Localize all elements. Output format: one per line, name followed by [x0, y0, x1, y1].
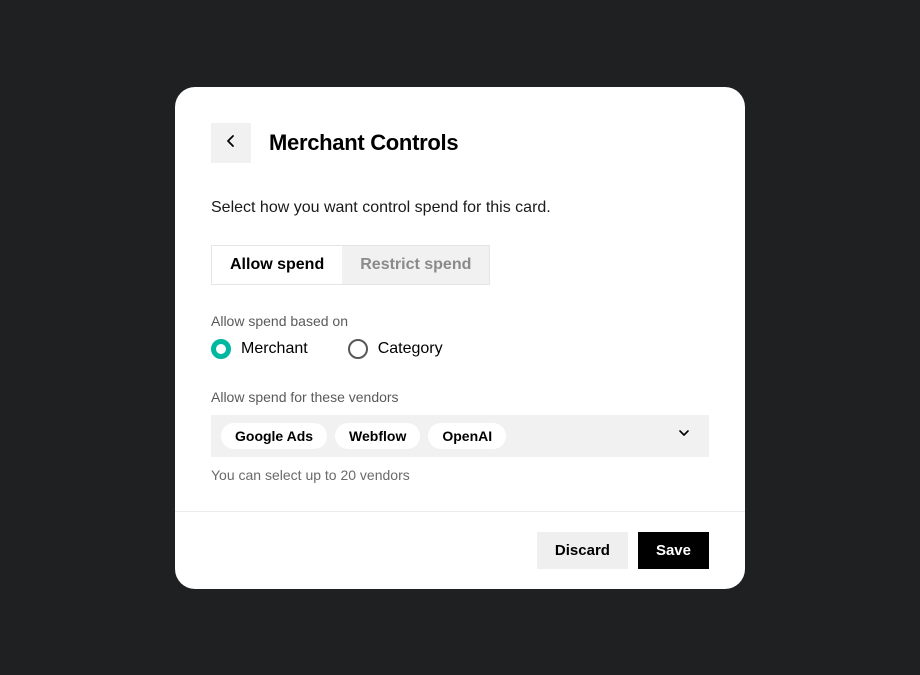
tab-allow-spend[interactable]: Allow spend — [212, 246, 342, 284]
back-button[interactable] — [211, 123, 251, 163]
save-button[interactable]: Save — [638, 532, 709, 569]
vendor-chip[interactable]: Google Ads — [221, 423, 327, 449]
vendors-label: Allow spend for these vendors — [211, 389, 709, 405]
spend-mode-tabs: Allow spend Restrict spend — [211, 245, 490, 285]
radio-selected-icon — [211, 339, 231, 359]
merchant-controls-modal: Merchant Controls Select how you want co… — [175, 87, 745, 589]
vendor-chips: Google Ads Webflow OpenAI — [221, 423, 506, 449]
chevron-down-icon — [677, 426, 691, 445]
chevron-left-icon — [223, 133, 239, 152]
subtitle: Select how you want control spend for th… — [211, 199, 709, 217]
vendor-chip[interactable]: Webflow — [335, 423, 420, 449]
modal-footer: Discard Save — [175, 511, 745, 589]
radio-unselected-icon — [348, 339, 368, 359]
vendor-chip[interactable]: OpenAI — [428, 423, 506, 449]
basis-radio-group: Merchant Category — [211, 339, 709, 359]
modal-header: Merchant Controls — [211, 123, 709, 163]
page-title: Merchant Controls — [269, 130, 458, 156]
tab-restrict-spend[interactable]: Restrict spend — [342, 246, 489, 284]
radio-category[interactable]: Category — [348, 339, 443, 359]
radio-merchant[interactable]: Merchant — [211, 339, 308, 359]
radio-category-label: Category — [378, 340, 443, 358]
vendor-select[interactable]: Google Ads Webflow OpenAI — [211, 415, 709, 457]
discard-button[interactable]: Discard — [537, 532, 628, 569]
radio-merchant-label: Merchant — [241, 340, 308, 358]
modal-body: Merchant Controls Select how you want co… — [175, 87, 745, 511]
vendor-hint: You can select up to 20 vendors — [211, 467, 709, 483]
basis-label: Allow spend based on — [211, 313, 709, 329]
